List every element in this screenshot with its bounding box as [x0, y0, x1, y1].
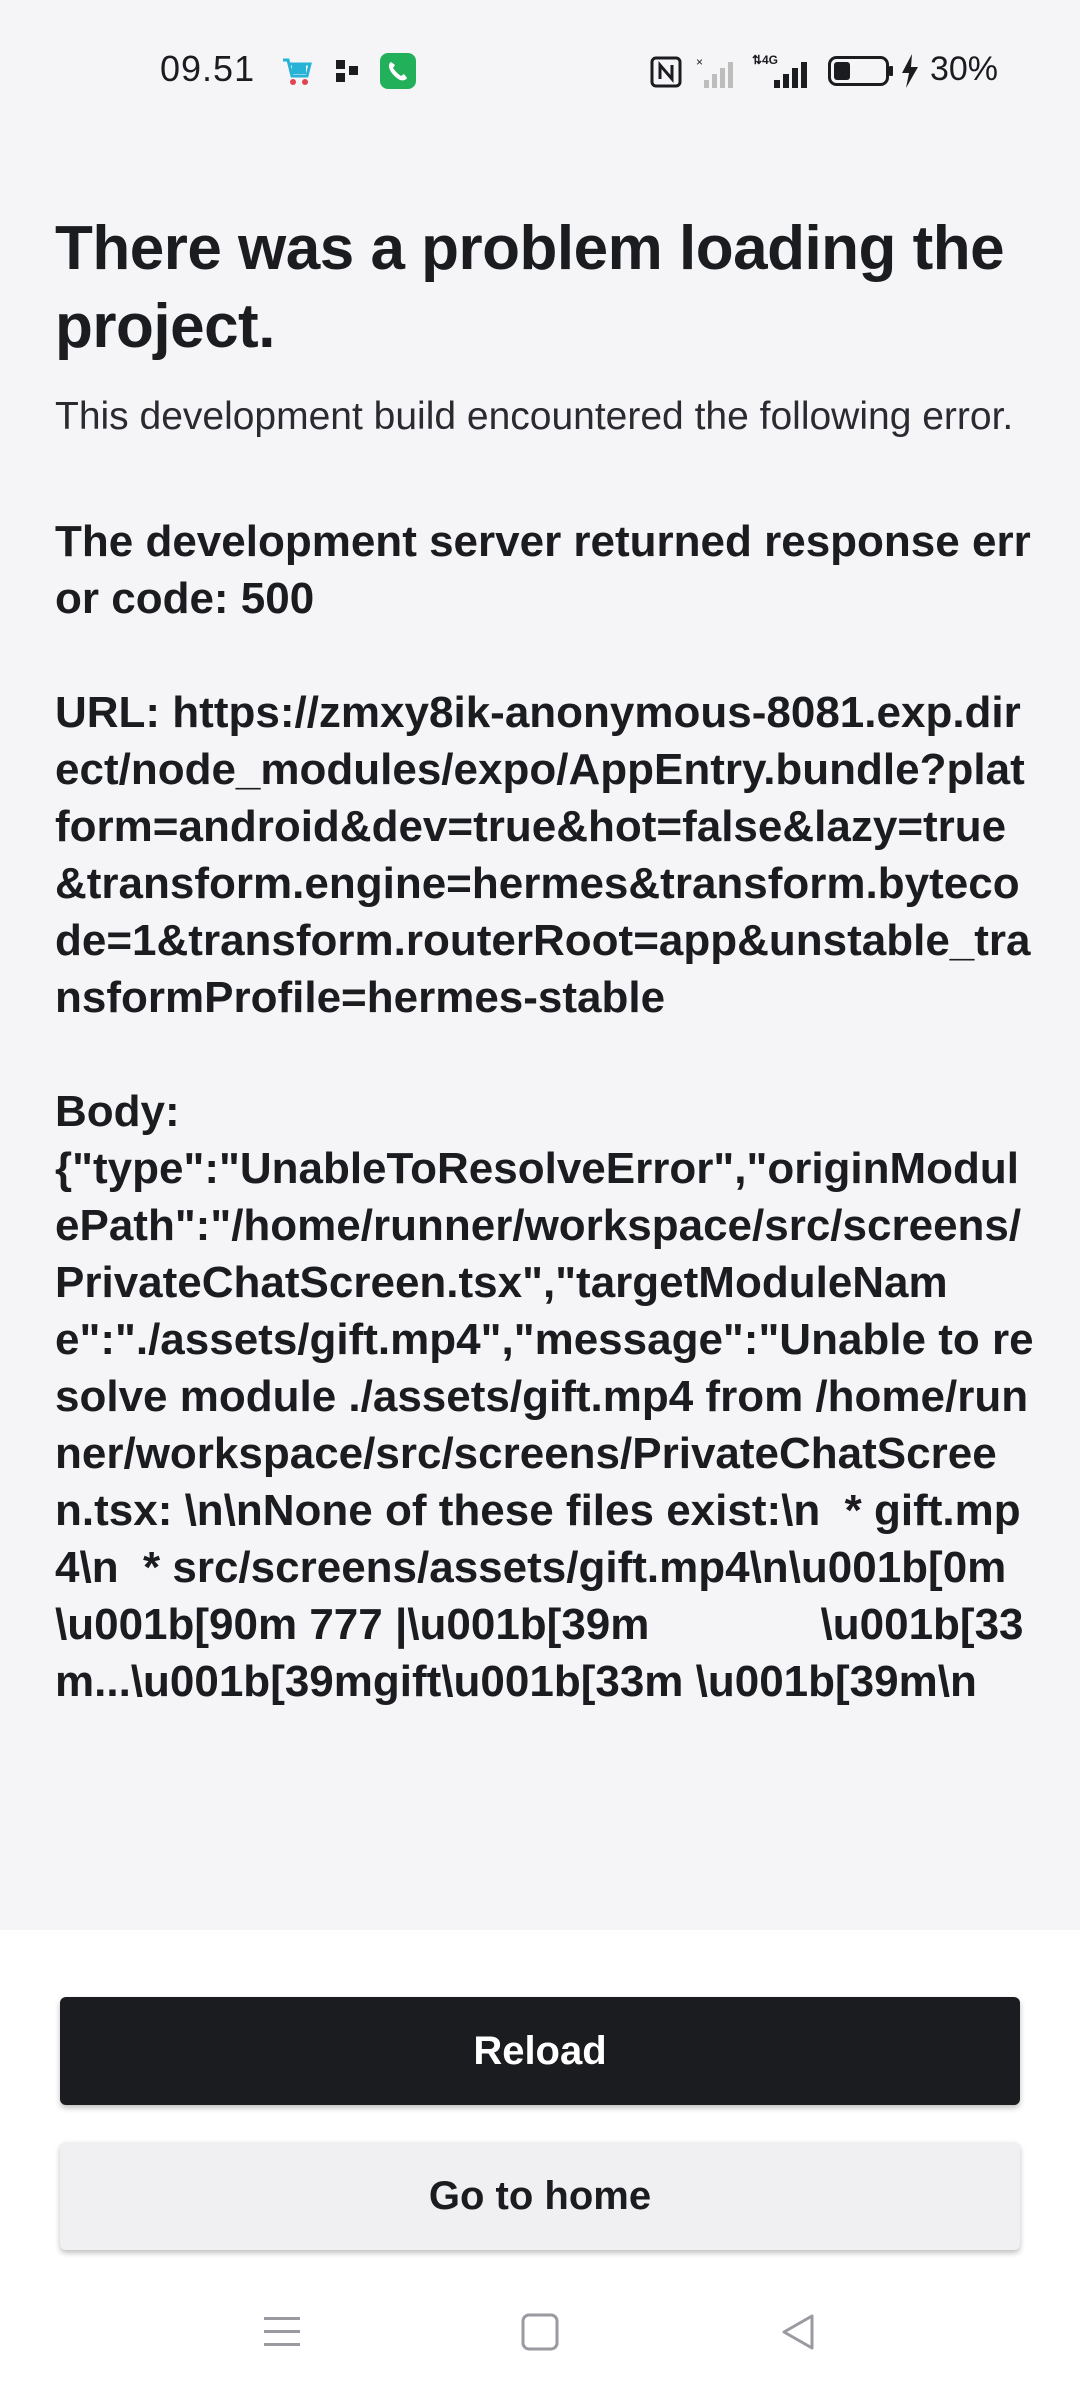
error-message: The development server returned response… — [55, 517, 1034, 1706]
status-time: 09.51 — [160, 48, 256, 89]
svg-text:4G: 4G — [762, 53, 778, 67]
nfc-icon — [650, 56, 682, 93]
error-content: There was a problem loading the project.… — [55, 210, 1035, 1930]
page-title: There was a problem loading the project. — [55, 214, 1005, 361]
navigation-bar — [0, 2270, 1080, 2400]
menu-icon[interactable] — [262, 2314, 302, 2355]
sim2-signal-icon: ⇅ 4G — [752, 52, 814, 95]
charging-icon — [900, 54, 920, 93]
svg-text:⇅: ⇅ — [752, 53, 762, 67]
phone-app-icon — [380, 53, 416, 94]
dots-icon — [336, 60, 360, 87]
back-triangle-icon[interactable] — [778, 2312, 818, 2357]
battery-percent: 30% — [929, 50, 998, 88]
go-to-home-button[interactable]: Go to home — [60, 2142, 1020, 2250]
error-screen: 09.51 × ⇅ 4G 30% There was a problem loa… — [0, 0, 1080, 2400]
reload-button[interactable]: Reload — [60, 1997, 1020, 2105]
sim1-no-signal-icon: × — [696, 54, 736, 95]
battery-icon — [828, 56, 894, 91]
error-subtitle: This development build encountered the f… — [55, 395, 1014, 438]
svg-text:×: × — [696, 55, 703, 69]
home-square-icon[interactable] — [520, 2312, 560, 2357]
shopping-app-icon — [280, 54, 314, 93]
status-bar: 09.51 × ⇅ 4G 30% — [0, 0, 1080, 140]
